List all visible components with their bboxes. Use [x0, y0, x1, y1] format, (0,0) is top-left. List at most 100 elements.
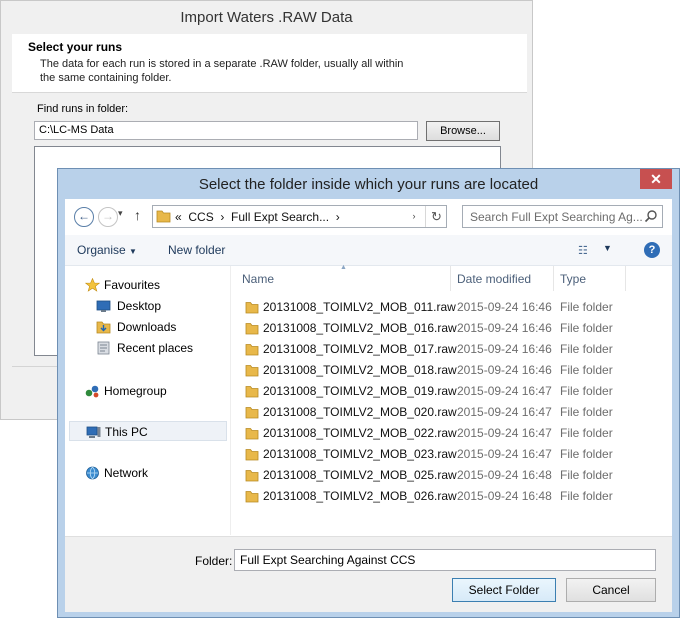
- file-name: 20131008_TOIMLV2_MOB_026.raw: [263, 489, 457, 503]
- nav-label: Network: [104, 466, 149, 480]
- file-row[interactable]: 20131008_TOIMLV2_MOB_022.raw 2015-09-24 1…: [231, 423, 672, 444]
- address-dropdown-icon[interactable]: ›: [407, 209, 421, 224]
- nav-label: This PC: [105, 425, 148, 439]
- search-placeholder: Search Full Expt Searching Ag...: [470, 210, 643, 224]
- browse-button[interactable]: Browse...: [426, 121, 500, 141]
- breadcrumb: « CCS › Full Expt Search... ›: [175, 210, 340, 224]
- cancel-button[interactable]: Cancel: [566, 578, 656, 602]
- back-arrow-icon: ←: [78, 209, 90, 223]
- folder-icon: [245, 344, 259, 356]
- recent-places-icon: [97, 341, 110, 355]
- nav-item-network[interactable]: Network: [65, 463, 223, 483]
- column-divider[interactable]: [553, 266, 554, 291]
- file-row[interactable]: 20131008_TOIMLV2_MOB_025.raw 2015-09-24 1…: [231, 465, 672, 486]
- window-title: Import Waters .RAW Data: [1, 1, 532, 34]
- column-divider[interactable]: [450, 266, 451, 291]
- folder-icon: [245, 428, 259, 440]
- file-name: 20131008_TOIMLV2_MOB_019.raw: [263, 384, 457, 398]
- desktop-icon: [96, 300, 111, 312]
- file-name: 20131008_TOIMLV2_MOB_025.raw: [263, 468, 457, 482]
- dialog-title: Select the folder inside which your runs…: [198, 176, 539, 193]
- breadcrumb-ccs[interactable]: CCS: [188, 210, 213, 224]
- column-date-modified[interactable]: Date modified: [457, 272, 531, 286]
- folder-icon: [245, 491, 259, 503]
- up-folder-button[interactable]: ↑: [134, 207, 141, 223]
- file-date: 2015-09-24 16:46: [457, 321, 552, 335]
- nav-item-homegroup[interactable]: Homegroup: [65, 381, 223, 401]
- column-headers: Name ▲ Date modified Type: [231, 264, 672, 291]
- folder-name-input[interactable]: Full Expt Searching Against CCS: [234, 549, 656, 571]
- nav-label: Downloads: [117, 320, 177, 334]
- file-type: File folder: [560, 300, 613, 314]
- file-date: 2015-09-24 16:46: [457, 342, 552, 356]
- select-folder-button[interactable]: Select Folder: [452, 578, 556, 602]
- close-button[interactable]: ✕: [640, 169, 672, 189]
- recent-locations-dropdown[interactable]: ▾: [118, 208, 123, 219]
- file-type: File folder: [560, 426, 613, 440]
- file-date: 2015-09-24 16:46: [457, 300, 552, 314]
- select-folder-dialog: Select the folder inside which your runs…: [57, 168, 680, 618]
- forward-button[interactable]: →: [98, 207, 118, 227]
- file-date: 2015-09-24 16:47: [457, 384, 552, 398]
- file-type: File folder: [560, 405, 613, 419]
- breadcrumb-separator[interactable]: ›: [220, 210, 224, 224]
- organise-menu[interactable]: Organise ▼: [77, 243, 137, 257]
- file-name: 20131008_TOIMLV2_MOB_020.raw: [263, 405, 457, 419]
- command-bar: Organise ▼ New folder ☷ ▼ ?: [65, 235, 672, 266]
- nav-label: Favourites: [104, 278, 161, 292]
- file-type: File folder: [560, 342, 613, 356]
- folder-icon: [245, 407, 259, 419]
- dialog-footer: Folder: Full Expt Searching Against CCS …: [65, 536, 672, 612]
- network-icon: [86, 466, 99, 480]
- navigation-pane: Favourites Desktop Downloads Recent plac…: [65, 266, 231, 535]
- forward-arrow-icon: →: [102, 209, 114, 223]
- file-date: 2015-09-24 16:46: [457, 363, 552, 377]
- file-row[interactable]: 20131008_TOIMLV2_MOB_019.raw 2015-09-24 1…: [231, 381, 672, 402]
- file-type: File folder: [560, 321, 613, 335]
- nav-label: Desktop: [117, 299, 162, 313]
- nav-item-this-pc[interactable]: This PC: [69, 421, 227, 441]
- nav-item-desktop[interactable]: Desktop: [65, 296, 223, 316]
- select-runs-section: Select your runs The data for each run i…: [12, 34, 527, 93]
- file-row[interactable]: 20131008_TOIMLV2_MOB_020.raw 2015-09-24 1…: [231, 402, 672, 423]
- column-name[interactable]: Name: [242, 272, 274, 286]
- help-icon[interactable]: ?: [644, 242, 660, 258]
- file-row[interactable]: 20131008_TOIMLV2_MOB_016.raw 2015-09-24 1…: [231, 318, 672, 339]
- view-dropdown-icon[interactable]: ▼: [603, 243, 612, 253]
- file-row[interactable]: 20131008_TOIMLV2_MOB_011.raw 2015-09-24 1…: [231, 297, 672, 318]
- file-type: File folder: [560, 363, 613, 377]
- refresh-icon[interactable]: ↻: [425, 206, 447, 227]
- file-name: 20131008_TOIMLV2_MOB_011.raw: [263, 300, 456, 314]
- nav-label: Recent places: [117, 341, 194, 355]
- nav-item-favourites[interactable]: Favourites: [65, 275, 223, 295]
- view-options-icon[interactable]: ☷: [578, 244, 588, 257]
- file-name: 20131008_TOIMLV2_MOB_017.raw: [263, 342, 457, 356]
- folder-path-input[interactable]: C:\LC-MS Data: [34, 121, 418, 140]
- nav-item-downloads[interactable]: Downloads: [65, 317, 223, 337]
- file-name: 20131008_TOIMLV2_MOB_022.raw: [263, 426, 457, 440]
- search-box[interactable]: Search Full Expt Searching Ag...: [462, 205, 663, 228]
- section-description: The data for each run is stored in a sep…: [40, 58, 404, 84]
- close-icon: ✕: [650, 171, 662, 187]
- find-runs-label: Find runs in folder:: [37, 103, 129, 115]
- new-folder-button[interactable]: New folder: [168, 243, 225, 257]
- nav-item-recent-places[interactable]: Recent places: [65, 338, 223, 358]
- search-icon: [644, 210, 657, 223]
- column-divider[interactable]: [625, 266, 626, 291]
- address-bar[interactable]: « CCS › Full Expt Search... › › ↻: [152, 205, 447, 228]
- file-row[interactable]: 20131008_TOIMLV2_MOB_018.raw 2015-09-24 1…: [231, 360, 672, 381]
- file-date: 2015-09-24 16:48: [457, 489, 552, 503]
- breadcrumb-overflow[interactable]: «: [175, 210, 182, 224]
- homegroup-icon: [85, 385, 99, 398]
- file-date: 2015-09-24 16:47: [457, 426, 552, 440]
- folder-icon: [245, 302, 259, 314]
- back-button[interactable]: ←: [74, 207, 94, 227]
- file-row[interactable]: 20131008_TOIMLV2_MOB_026.raw 2015-09-24 1…: [231, 486, 672, 507]
- column-type[interactable]: Type: [560, 272, 586, 286]
- breadcrumb-current[interactable]: Full Expt Search...: [231, 210, 329, 224]
- file-row[interactable]: 20131008_TOIMLV2_MOB_017.raw 2015-09-24 1…: [231, 339, 672, 360]
- folder-icon: [245, 449, 259, 461]
- file-list: Name ▲ Date modified Type 20131008_TOIML…: [231, 264, 672, 535]
- file-row[interactable]: 20131008_TOIMLV2_MOB_023.raw 2015-09-24 1…: [231, 444, 672, 465]
- breadcrumb-separator-2[interactable]: ›: [336, 210, 340, 224]
